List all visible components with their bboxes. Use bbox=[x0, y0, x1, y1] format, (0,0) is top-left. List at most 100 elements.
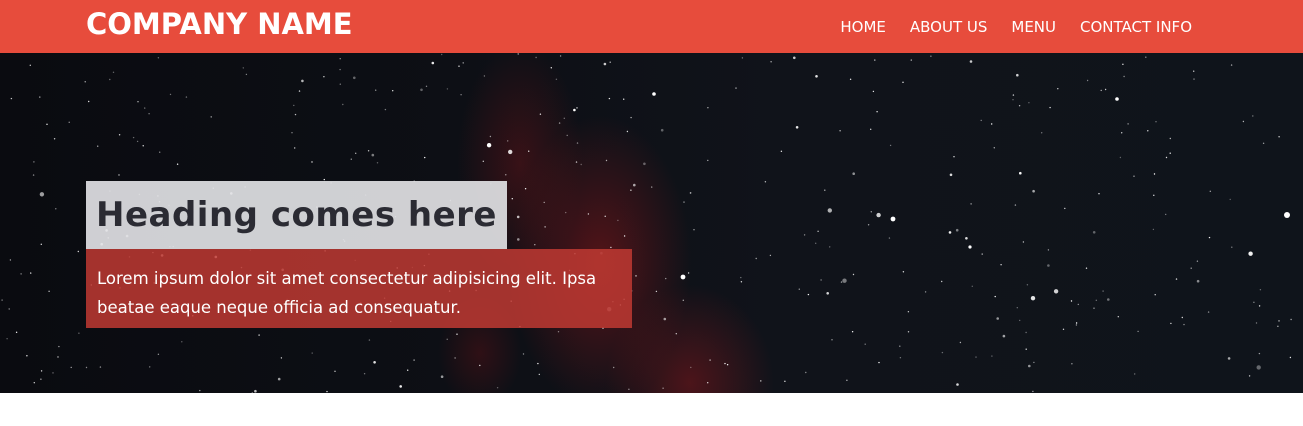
star bbox=[1242, 120, 1245, 123]
hero-heading: Heading comes here bbox=[96, 195, 497, 235]
star bbox=[652, 92, 656, 96]
star bbox=[969, 60, 973, 63]
star bbox=[780, 150, 783, 152]
star bbox=[440, 375, 444, 379]
nav-link-contact-info[interactable]: CONTACT INFO bbox=[1080, 18, 1192, 36]
star bbox=[373, 361, 376, 364]
star bbox=[1145, 56, 1147, 58]
star bbox=[876, 111, 878, 113]
star bbox=[755, 257, 757, 260]
star bbox=[576, 107, 578, 109]
star bbox=[483, 75, 486, 77]
star bbox=[539, 113, 542, 115]
star bbox=[1102, 290, 1104, 292]
star bbox=[993, 147, 995, 149]
star bbox=[85, 366, 88, 369]
star bbox=[1053, 289, 1059, 294]
star bbox=[339, 83, 341, 85]
star bbox=[876, 212, 881, 218]
star bbox=[805, 371, 807, 374]
star bbox=[839, 130, 841, 132]
star bbox=[10, 97, 13, 100]
star bbox=[482, 160, 484, 162]
star bbox=[505, 174, 507, 176]
star bbox=[1062, 328, 1065, 330]
star bbox=[534, 244, 536, 246]
nav-link-menu[interactable]: MENU bbox=[1011, 18, 1056, 36]
star bbox=[831, 339, 833, 341]
star bbox=[603, 62, 607, 66]
star bbox=[910, 59, 912, 61]
star bbox=[538, 373, 540, 376]
nav-links: HOME ABOUT US MENU CONTACT INFO bbox=[816, 0, 1192, 53]
star bbox=[1153, 194, 1155, 196]
star bbox=[1012, 94, 1015, 96]
star bbox=[980, 119, 982, 122]
star bbox=[326, 390, 328, 393]
star bbox=[815, 242, 817, 244]
star bbox=[1134, 373, 1136, 375]
star bbox=[803, 234, 806, 236]
star bbox=[1127, 123, 1129, 125]
star bbox=[1075, 324, 1078, 326]
star bbox=[1259, 289, 1262, 291]
star bbox=[84, 81, 86, 83]
star bbox=[1165, 213, 1167, 216]
star bbox=[339, 58, 341, 60]
star bbox=[142, 145, 144, 147]
star bbox=[1028, 364, 1031, 368]
star bbox=[384, 108, 387, 111]
star bbox=[1153, 173, 1156, 175]
star bbox=[137, 101, 139, 103]
brand-logo[interactable]: COMPANY NAME bbox=[86, 5, 353, 43]
star bbox=[1107, 298, 1110, 301]
star bbox=[899, 357, 902, 359]
star bbox=[144, 107, 146, 109]
star bbox=[1, 299, 3, 301]
star bbox=[118, 134, 121, 136]
star bbox=[1170, 322, 1172, 325]
star bbox=[991, 123, 993, 125]
star bbox=[968, 245, 972, 249]
star bbox=[1025, 331, 1027, 334]
star bbox=[1231, 246, 1233, 248]
star bbox=[99, 366, 102, 368]
star bbox=[1252, 115, 1254, 117]
star bbox=[1115, 97, 1119, 101]
star bbox=[735, 87, 737, 89]
star bbox=[1277, 325, 1279, 327]
star bbox=[1137, 330, 1139, 333]
star bbox=[623, 98, 625, 100]
star bbox=[1085, 267, 1088, 269]
star bbox=[1147, 130, 1149, 132]
star bbox=[1229, 198, 1231, 201]
star bbox=[1104, 88, 1107, 91]
nav-link-about-us[interactable]: ABOUT US bbox=[910, 18, 988, 36]
star bbox=[1012, 99, 1014, 101]
star bbox=[251, 392, 253, 393]
star bbox=[1121, 132, 1123, 134]
star bbox=[39, 192, 45, 197]
star bbox=[20, 273, 22, 275]
star bbox=[623, 235, 626, 237]
star bbox=[707, 159, 709, 162]
star bbox=[907, 311, 910, 313]
star bbox=[40, 378, 42, 380]
star bbox=[690, 366, 692, 369]
star bbox=[770, 61, 772, 63]
nav-link-home[interactable]: HOME bbox=[840, 18, 886, 36]
star bbox=[573, 108, 576, 112]
star bbox=[58, 345, 60, 348]
star bbox=[580, 163, 582, 166]
star bbox=[1028, 102, 1030, 104]
star bbox=[350, 158, 352, 160]
star bbox=[559, 55, 562, 57]
star bbox=[693, 229, 695, 231]
star bbox=[1256, 365, 1261, 370]
star bbox=[489, 135, 492, 138]
star bbox=[953, 156, 955, 158]
star bbox=[40, 243, 42, 245]
star bbox=[1093, 307, 1095, 309]
star bbox=[941, 351, 944, 354]
star bbox=[1026, 284, 1029, 286]
